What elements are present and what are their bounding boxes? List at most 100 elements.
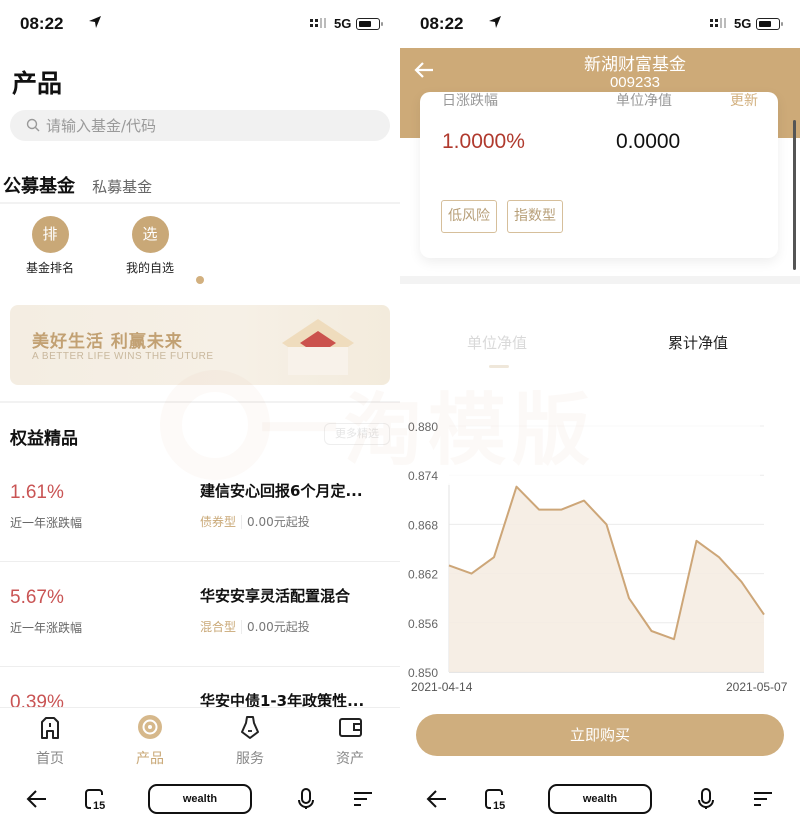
x-tick-label: 2021-04-14 <box>411 680 473 694</box>
banner-slogan: 美好生活 利赢未来 <box>32 332 183 352</box>
url-bar[interactable]: wealth <box>548 784 652 814</box>
microphone-icon[interactable] <box>293 786 319 812</box>
fund-min-invest: 0.00元起投 <box>247 515 310 529</box>
menu-icon[interactable] <box>750 786 776 812</box>
fund-rate-label: 近一年涨跌幅 <box>10 516 83 530</box>
more-picks-button[interactable]: 更多精选 <box>324 423 390 445</box>
browser-toolbar: 15 wealth <box>400 772 800 825</box>
y-tick-label: 0.874 <box>408 469 438 483</box>
promo-banner[interactable]: 美好生活 利赢未来 A BETTER LIFE WINS THE FUTURE <box>10 305 390 385</box>
tab-products[interactable]: 产品 <box>120 714 180 768</box>
network-label: 5G <box>734 16 752 31</box>
status-bar: 08:22 5G <box>0 0 400 48</box>
tab-assets[interactable]: 资产 <box>320 714 380 768</box>
tabs-count: 15 <box>493 800 505 812</box>
tab-public-funds[interactable]: 公募基金 <box>3 172 75 198</box>
y-tick-label: 0.868 <box>408 518 438 532</box>
tabs-icon[interactable]: 15 <box>82 786 108 812</box>
banner-envelope-icon <box>282 319 354 375</box>
buy-now-button[interactable]: 立即购买 <box>416 714 784 756</box>
tab-private-funds[interactable]: 私募基金 <box>92 176 152 197</box>
fund-list-item[interactable]: 5.67% 近一年涨跌幅 华安安享灵活配置混合 混合型 0.00元起投 <box>0 563 400 667</box>
scrollbar[interactable] <box>793 120 796 270</box>
fund-name: 华安安享灵活配置混合 <box>200 587 351 605</box>
bottom-tab-bar: 首页 产品 服务 资产 <box>0 707 400 769</box>
search-icon <box>26 118 40 132</box>
tab-unit-nav[interactable]: 单位净值 <box>467 332 527 353</box>
nav-chart: 0.850 0.856 0.862 0.868 0.874 0.880 2021-04-14… <box>408 410 788 694</box>
status-time: 08:22 <box>20 14 64 33</box>
fund-meta: 债券型 0.00元起投 <box>200 513 310 530</box>
url-bar[interactable]: wealth <box>148 784 252 814</box>
section-title: 权益精品 <box>10 429 78 449</box>
tab-label: 服务 <box>236 751 264 767</box>
menu-icon[interactable] <box>350 786 376 812</box>
daily-change-label: 日涨跌幅 <box>442 93 498 109</box>
divider <box>0 202 400 204</box>
signal-icon <box>310 18 326 28</box>
status-bar: 08:22 5G <box>400 0 800 48</box>
fund-type: 混合型 <box>200 620 243 634</box>
quick-action-label: 基金排名 <box>25 261 74 275</box>
fund-min-invest: 0.00元起投 <box>247 620 310 634</box>
pager-dot <box>196 276 204 284</box>
area-fill <box>449 486 764 672</box>
fund-type: 债券型 <box>200 515 243 529</box>
back-arrow-icon[interactable] <box>424 786 450 812</box>
tabs-icon[interactable]: 15 <box>482 786 508 812</box>
fund-type-tabs: 公募基金 私募基金 <box>3 172 152 198</box>
fund-info-card: 日涨跌幅 单位净值 更新 1.0000% 0.0000 低风险 指数型 <box>420 92 778 258</box>
tab-cumulative-nav[interactable]: 累计净值 <box>668 332 728 353</box>
fund-rate: 1.61% <box>10 482 64 503</box>
chart-top-fade <box>448 410 760 485</box>
back-arrow-icon[interactable] <box>24 786 50 812</box>
fund-rate-label: 近一年涨跌幅 <box>10 621 83 635</box>
nav-label: 单位净值 <box>616 93 672 109</box>
network-label: 5G <box>334 16 352 31</box>
search-bar[interactable] <box>10 110 390 141</box>
daily-change-value: 1.0000% <box>442 130 525 153</box>
tab-services[interactable]: 服务 <box>220 714 280 768</box>
fund-rate: 5.67% <box>10 587 64 608</box>
divider <box>0 401 400 403</box>
risk-tag: 低风险 <box>441 200 497 233</box>
y-tick-label: 0.856 <box>408 617 438 631</box>
quick-action-my-watchlist[interactable]: 选 我的自选 <box>110 216 190 276</box>
location-arrow-icon <box>89 16 101 28</box>
tab-indicator <box>489 365 509 368</box>
divider <box>0 561 400 562</box>
tab-label: 首页 <box>36 751 64 767</box>
banner-slogan-en: A BETTER LIFE WINS THE FUTURE <box>32 351 214 362</box>
signal-icon <box>710 18 726 28</box>
quick-action-fund-ranking[interactable]: 排 基金排名 <box>10 216 90 276</box>
wallet-icon <box>339 718 362 737</box>
battery-icon <box>356 18 383 30</box>
status-time: 08:22 <box>420 14 464 33</box>
fund-title: 新湖财富基金 <box>584 55 686 75</box>
y-tick-label: 0.862 <box>408 568 438 582</box>
fund-code: 009233 <box>609 74 661 91</box>
fund-name: 建信安心回报6个月定... <box>200 482 363 500</box>
service-icon <box>241 716 259 739</box>
y-tick-label: 0.850 <box>408 666 438 680</box>
quick-action-label: 我的自选 <box>125 261 174 275</box>
divider <box>0 666 400 667</box>
fund-meta: 混合型 0.00元起投 <box>200 618 310 635</box>
product-list-screen: 08:22 5G 产品 公募基金 私募基金 排 基金排名 选 我的自选 美好生活… <box>0 0 400 825</box>
location-arrow-icon <box>489 16 501 28</box>
nav-value: 0.0000 <box>616 130 681 153</box>
search-input[interactable] <box>46 110 376 141</box>
tab-label: 资产 <box>336 751 364 767</box>
tabs-count: 15 <box>93 800 105 812</box>
type-tag: 指数型 <box>507 200 563 233</box>
refresh-button[interactable]: 更新 <box>730 90 758 110</box>
tab-label: 产品 <box>136 751 164 767</box>
watchlist-icon: 选 <box>131 216 169 253</box>
fund-list-item[interactable]: 1.61% 近一年涨跌幅 建信安心回报6个月定... 债券型 0.00元起投 <box>0 458 400 562</box>
page-title: 产品 <box>12 69 63 98</box>
tab-home[interactable]: 首页 <box>20 714 80 768</box>
ranking-icon: 排 <box>31 216 69 253</box>
section-separator <box>400 276 800 284</box>
y-tick-label: 0.880 <box>408 420 438 434</box>
microphone-icon[interactable] <box>693 786 719 812</box>
